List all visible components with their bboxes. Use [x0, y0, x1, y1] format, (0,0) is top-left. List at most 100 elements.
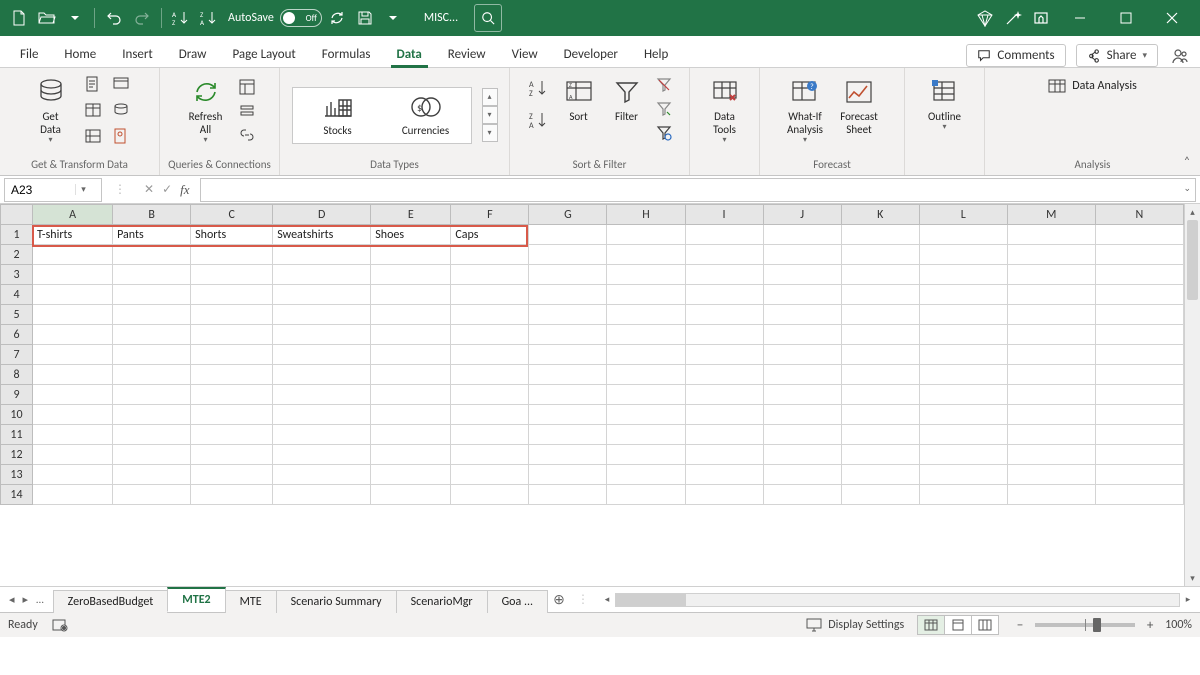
- cell[interactable]: [763, 345, 841, 365]
- cell[interactable]: [841, 305, 919, 325]
- row-header[interactable]: 12: [1, 445, 33, 465]
- row-header[interactable]: 11: [1, 425, 33, 445]
- cell[interactable]: [113, 325, 191, 345]
- row-header[interactable]: 3: [1, 265, 33, 285]
- cell[interactable]: [1095, 345, 1183, 365]
- cell[interactable]: [273, 285, 371, 305]
- cell[interactable]: [763, 485, 841, 505]
- sheet-tab[interactable]: Goa ...: [487, 590, 548, 613]
- cell[interactable]: [763, 305, 841, 325]
- cell[interactable]: [371, 265, 451, 285]
- cell[interactable]: [1007, 485, 1095, 505]
- cell[interactable]: [763, 245, 841, 265]
- cell[interactable]: [607, 285, 685, 305]
- cell[interactable]: [841, 405, 919, 425]
- cell[interactable]: [113, 445, 191, 465]
- diamond-icon[interactable]: [972, 5, 998, 31]
- grid-body[interactable]: A B C D E F G H I J K L M N 1 T-shirts P…: [0, 204, 1184, 586]
- scroll-track[interactable]: [1185, 220, 1200, 570]
- row-header[interactable]: 5: [1, 305, 33, 325]
- tab-review[interactable]: Review: [436, 41, 498, 67]
- minimize-button[interactable]: [1058, 4, 1102, 32]
- data-types-gallery[interactable]: Stocks $ Currencies: [292, 87, 472, 144]
- qat-dropdown-2[interactable]: [380, 5, 406, 31]
- cell[interactable]: [685, 485, 763, 505]
- cell[interactable]: [1095, 405, 1183, 425]
- cell[interactable]: [685, 405, 763, 425]
- cell[interactable]: [919, 405, 1007, 425]
- cell[interactable]: [607, 345, 685, 365]
- hscroll-thumb[interactable]: [616, 594, 686, 606]
- cell[interactable]: [273, 445, 371, 465]
- cell[interactable]: [529, 405, 607, 425]
- cell[interactable]: [451, 465, 529, 485]
- col-header[interactable]: L: [919, 205, 1007, 225]
- cell[interactable]: [371, 425, 451, 445]
- cell[interactable]: [1007, 445, 1095, 465]
- cell[interactable]: [191, 245, 273, 265]
- cell[interactable]: [529, 265, 607, 285]
- properties-icon[interactable]: [235, 100, 259, 122]
- clear-filter-icon[interactable]: [653, 74, 675, 96]
- gallery-down[interactable]: ▾: [482, 106, 498, 124]
- sheet-prev[interactable]: ◂: [6, 591, 18, 608]
- cell[interactable]: [529, 325, 607, 345]
- cell[interactable]: [919, 485, 1007, 505]
- cell[interactable]: [763, 465, 841, 485]
- cell[interactable]: [113, 465, 191, 485]
- tab-formulas[interactable]: Formulas: [310, 41, 383, 67]
- tab-grip[interactable]: ⋮: [571, 587, 595, 612]
- cell[interactable]: [191, 425, 273, 445]
- fx-icon[interactable]: fx: [180, 182, 189, 198]
- cell[interactable]: [371, 405, 451, 425]
- cell[interactable]: [919, 265, 1007, 285]
- zoom-knob[interactable]: [1093, 618, 1101, 632]
- row-header[interactable]: 9: [1, 385, 33, 405]
- cell[interactable]: Caps: [451, 225, 529, 245]
- cell[interactable]: T-shirts: [33, 225, 113, 245]
- cell[interactable]: [451, 245, 529, 265]
- cell[interactable]: [1095, 385, 1183, 405]
- cell[interactable]: [1095, 225, 1183, 245]
- normal-view-button[interactable]: [917, 615, 945, 635]
- cell[interactable]: Sweatshirts: [273, 225, 371, 245]
- cell[interactable]: [607, 385, 685, 405]
- cell[interactable]: Shorts: [191, 225, 273, 245]
- cell[interactable]: [1007, 305, 1095, 325]
- tab-home[interactable]: Home: [52, 41, 108, 67]
- cell[interactable]: [113, 385, 191, 405]
- cell[interactable]: [33, 345, 113, 365]
- cell[interactable]: [529, 245, 607, 265]
- zoom-slider[interactable]: [1035, 623, 1135, 627]
- cell[interactable]: [763, 225, 841, 245]
- name-box[interactable]: ▾: [4, 178, 102, 202]
- autosave-toggle[interactable]: Off: [280, 9, 322, 27]
- save-icon[interactable]: [352, 5, 378, 31]
- cell[interactable]: [607, 265, 685, 285]
- col-header[interactable]: F: [451, 205, 529, 225]
- cell[interactable]: [273, 385, 371, 405]
- col-header[interactable]: C: [191, 205, 273, 225]
- cell[interactable]: [1007, 285, 1095, 305]
- cell[interactable]: [919, 465, 1007, 485]
- cell[interactable]: [919, 225, 1007, 245]
- open-file-icon[interactable]: [34, 5, 60, 31]
- cell[interactable]: [33, 285, 113, 305]
- cell[interactable]: [191, 465, 273, 485]
- cell[interactable]: [113, 265, 191, 285]
- sheet-tab[interactable]: Scenario Summary: [276, 590, 397, 613]
- hscroll-track[interactable]: [615, 593, 1180, 607]
- row-header[interactable]: 13: [1, 465, 33, 485]
- sheet-tab[interactable]: ZeroBasedBudget: [53, 590, 169, 613]
- cell[interactable]: [451, 485, 529, 505]
- zoom-out-button[interactable]: −: [1013, 618, 1027, 633]
- horizontal-scrollbar[interactable]: ◂ ▸: [595, 587, 1200, 612]
- tab-file[interactable]: File: [8, 41, 50, 67]
- cell[interactable]: [273, 365, 371, 385]
- ribbon-mode-icon[interactable]: [1028, 5, 1054, 31]
- cell[interactable]: [841, 485, 919, 505]
- comments-button[interactable]: Comments: [966, 44, 1065, 67]
- cell[interactable]: [451, 325, 529, 345]
- account-icon[interactable]: [1168, 47, 1192, 65]
- cell[interactable]: [685, 245, 763, 265]
